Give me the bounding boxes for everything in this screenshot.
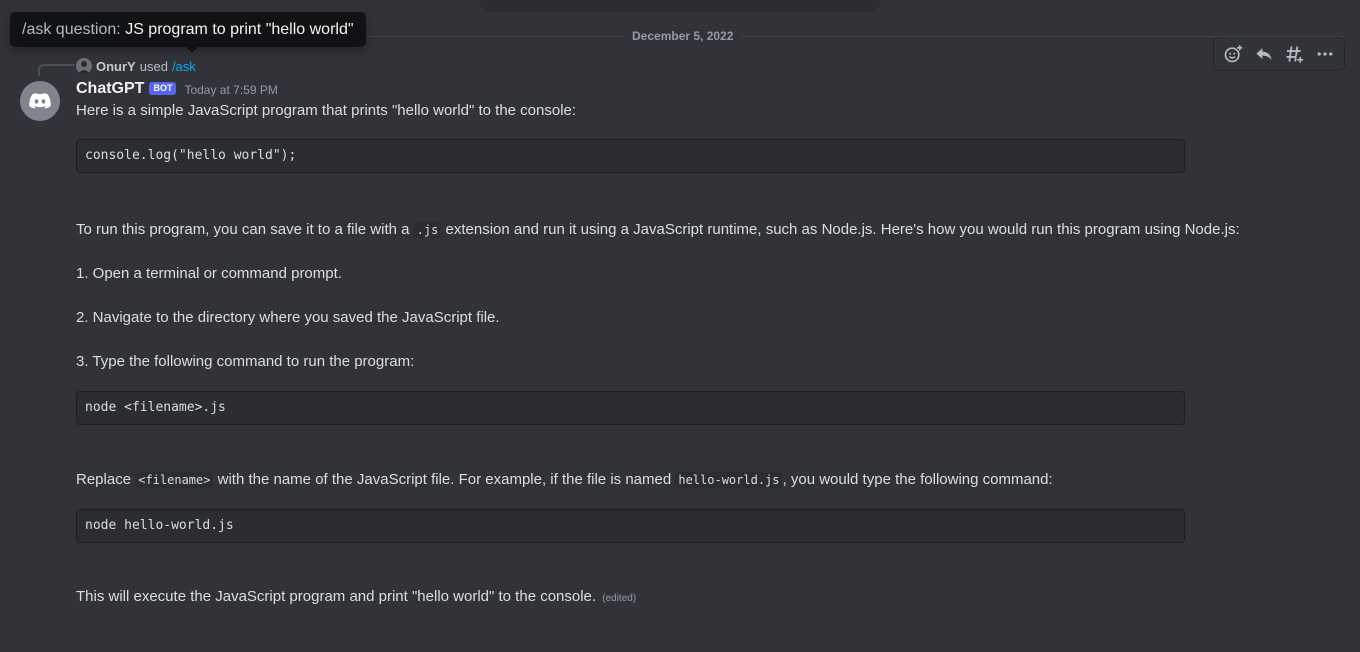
run-text-after: extension and run it using a JavaScript … (445, 221, 1240, 238)
user-avatar-icon (78, 61, 90, 74)
reply-user-avatar[interactable] (76, 58, 92, 74)
add-reaction-icon (1224, 44, 1243, 63)
edited-marker: (edited) (602, 593, 637, 604)
replace-text-before: Replace (76, 471, 132, 488)
slash-command-reference: OnurY used /ask (76, 57, 196, 75)
bot-badge: BOT (149, 81, 177, 95)
step-2: 2. Navigate to the directory where you s… (76, 309, 500, 326)
replace-text-middle: with the name of the JavaScript file. Fo… (217, 471, 672, 488)
replace-text-after: , you would type the following command: (782, 471, 1053, 488)
message-toolbar (1213, 37, 1345, 71)
more-icon (1317, 52, 1333, 56)
inline-code-js-extension: .js (413, 222, 442, 238)
author-name[interactable]: ChatGPT (76, 80, 144, 98)
run-instructions: To run this program, you can save it to … (76, 220, 1306, 264)
step-3: 3. Type the following command to run the… (76, 353, 415, 370)
message-timestamp[interactable]: Today at 7:59 PM (184, 83, 277, 97)
message-content: Here is a simple JavaScript program that… (76, 101, 1306, 609)
code-block-console-log[interactable]: console.log("hello world"); (76, 139, 1185, 173)
reply-spine (38, 64, 74, 76)
date-divider-label: December 5, 2022 (624, 29, 742, 43)
reply-used-text: used (139, 58, 168, 74)
tooltip-arrow (186, 47, 198, 53)
tooltip-prefix: /ask question: (22, 21, 121, 38)
code-block-node-hello-world[interactable]: node hello-world.js (76, 509, 1185, 543)
closing-text: This will execute the JavaScript program… (76, 587, 1306, 609)
reply-icon (1256, 48, 1272, 60)
bot-avatar[interactable] (20, 81, 60, 121)
create-thread-button[interactable] (1280, 40, 1308, 68)
top-panel-edge (480, 0, 880, 12)
closing-sentence: This will execute the JavaScript program… (76, 588, 597, 605)
tooltip-value: JS program to print "hello world" (125, 21, 354, 38)
intro-text: Here is a simple JavaScript program that… (76, 102, 577, 119)
reply-username[interactable]: OnurY (96, 59, 136, 74)
command-tooltip: /ask question: JS program to print "hell… (10, 12, 366, 53)
reply-button[interactable] (1250, 40, 1278, 68)
inline-code-hello-world: hello-world.js (675, 472, 783, 488)
code-block-node-filename[interactable]: node <filename>.js (76, 391, 1185, 425)
message-header: ChatGPT BOT Today at 7:59 PM (76, 79, 278, 99)
run-text-before: To run this program, you can save it to … (76, 221, 410, 238)
inline-code-filename: <filename> (135, 472, 214, 488)
more-options-button[interactable] (1311, 40, 1339, 68)
add-reaction-button[interactable] (1219, 40, 1247, 68)
create-thread-icon (1286, 46, 1305, 64)
reply-command-link[interactable]: /ask (172, 59, 196, 74)
replace-instructions: Replace <filename> with the name of the … (76, 470, 1306, 509)
step-1: 1. Open a terminal or command prompt. (76, 265, 342, 282)
discord-logo-icon (29, 93, 51, 109)
